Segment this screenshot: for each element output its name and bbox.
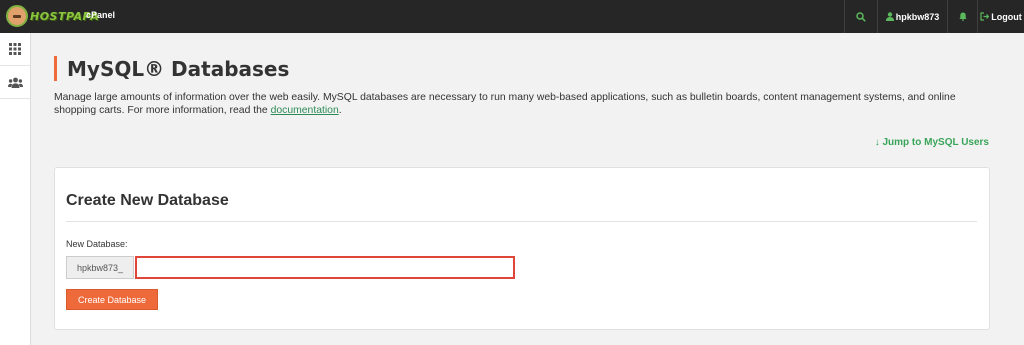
logout-label: Logout — [991, 11, 1022, 22]
users-icon — [7, 77, 23, 88]
left-sidebar — [0, 33, 31, 345]
logout-button[interactable]: Logout — [977, 0, 1024, 33]
bell-icon — [958, 12, 967, 21]
top-bar: HOSTPAPA cPanel hpkbw873 Logout — [0, 0, 1024, 33]
page-header: MySQL® Databases — [54, 56, 289, 81]
notifications-button[interactable] — [947, 0, 977, 33]
new-database-input[interactable] — [135, 256, 515, 279]
documentation-link[interactable]: documentation — [271, 105, 339, 116]
description-text: Manage large amounts of information over… — [54, 92, 956, 116]
logout-icon — [980, 12, 990, 21]
user-menu[interactable]: hpkbw873 — [877, 0, 947, 33]
create-database-panel: Create New Database New Database: hpkbw8… — [54, 167, 990, 330]
search-icon — [856, 11, 866, 22]
page-description: Manage large amounts of information over… — [54, 91, 974, 117]
create-database-button[interactable]: Create Database — [66, 289, 158, 310]
user-icon — [885, 12, 894, 21]
database-prefix: hpkbw873_ — [66, 256, 134, 279]
mascot-icon — [6, 5, 28, 27]
username: hpkbw873 — [895, 11, 940, 22]
divider — [66, 221, 977, 222]
description-end: . — [338, 105, 342, 116]
page-title: MySQL® Databases — [67, 56, 290, 81]
panel-title: Create New Database — [66, 192, 229, 209]
sidebar-item-tools[interactable] — [0, 33, 30, 66]
grid-icon — [9, 43, 21, 55]
new-database-label: New Database: — [66, 239, 128, 249]
product-name: cPanel — [86, 10, 116, 20]
sidebar-item-users[interactable] — [0, 66, 30, 99]
jump-to-mysql-users-link[interactable]: ↓ Jump to MySQL Users — [875, 137, 989, 148]
top-right-menu: hpkbw873 Logout — [844, 0, 1024, 33]
search-button[interactable] — [844, 0, 877, 33]
